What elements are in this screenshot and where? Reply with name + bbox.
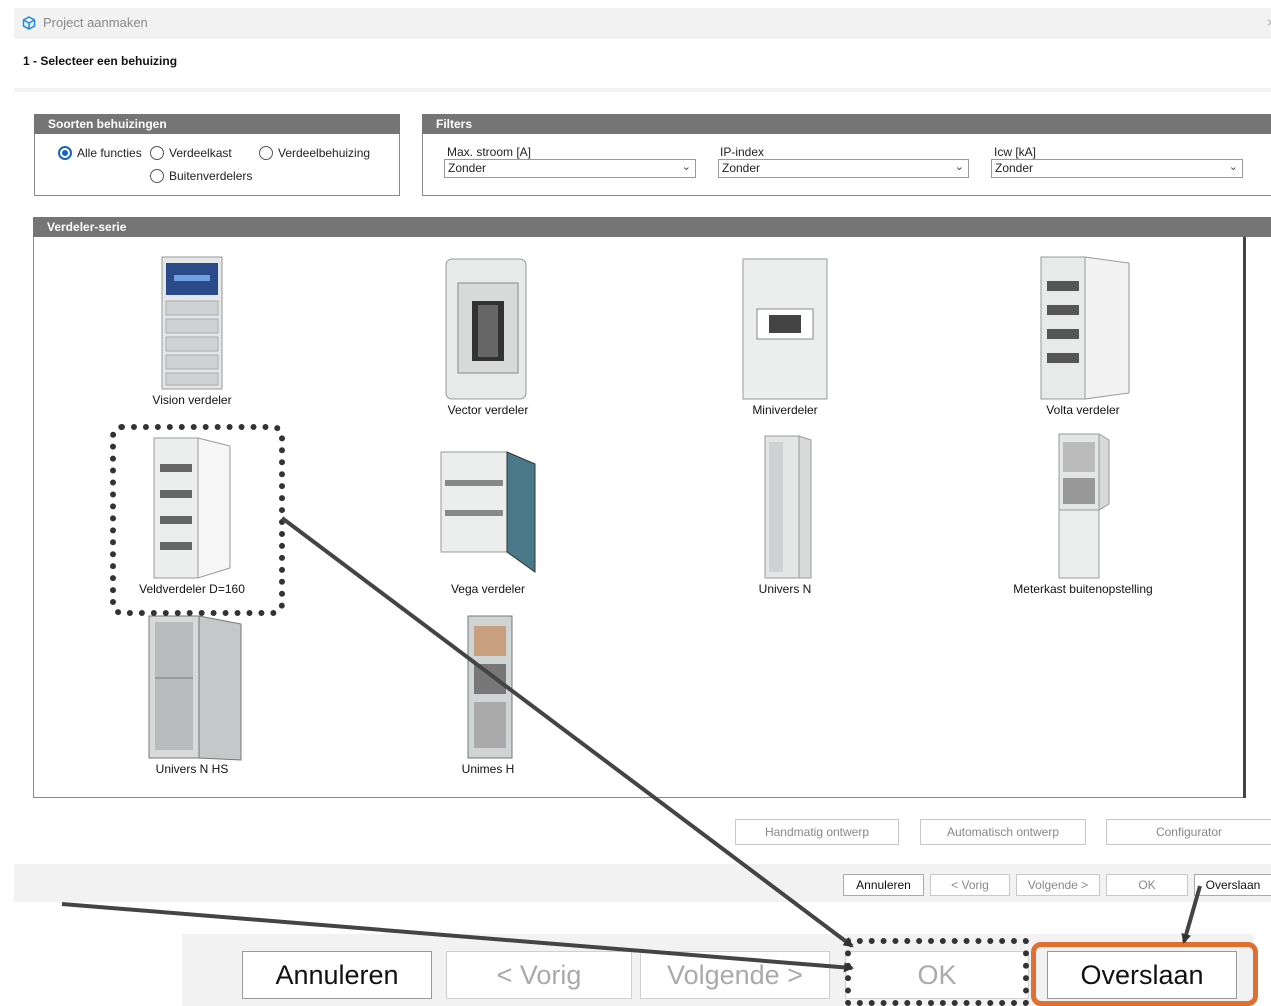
series-item-univers-n-hs[interactable]: Univers N HS	[92, 612, 292, 776]
series-item-label: Univers N	[758, 582, 812, 596]
ok-highlight	[845, 938, 1029, 1006]
meterkast-image	[1058, 433, 1110, 579]
skip-button[interactable]: Overslaan	[1194, 874, 1271, 896]
series-item-unimes-h[interactable]: Unimes H	[388, 612, 588, 776]
zoomed-prev-button[interactable]: < Vorig	[446, 951, 632, 999]
zoomed-cancel-button[interactable]: Annuleren	[242, 951, 432, 999]
radio-icon[interactable]	[150, 169, 164, 183]
types-panel	[34, 134, 400, 196]
series-item-meterkast[interactable]: Meterkast buitenopstelling	[983, 432, 1183, 596]
series-item-label: Univers N HS	[155, 762, 229, 776]
radio-icon[interactable]	[150, 146, 164, 160]
chevron-down-icon: ⌄	[954, 161, 964, 173]
series-item-label: Miniverdeler	[752, 403, 818, 417]
select-value: Zonder	[448, 161, 487, 175]
radio-alle-functies[interactable]: Alle functies	[58, 146, 142, 160]
radio-verdeelkast[interactable]: Verdeelkast	[150, 146, 232, 160]
vertical-scrollbar[interactable]	[1243, 237, 1246, 798]
filters-panel-header: Filters	[422, 114, 1271, 134]
veldverdeler-highlight	[110, 424, 285, 616]
radio-label: Verdeelbehuizing	[278, 146, 371, 160]
close-icon[interactable]: ×	[1267, 14, 1271, 30]
ok-button[interactable]: OK	[1106, 874, 1188, 896]
radio-label: Verdeelkast	[169, 146, 232, 160]
vision-verdeler-image	[161, 256, 223, 390]
unimes-h-image	[467, 615, 513, 759]
radio-label: Alle functies	[77, 146, 142, 160]
manual-design-button[interactable]: Handmatig ontwerp	[735, 819, 899, 845]
types-panel-header: Soorten behuizingen	[34, 114, 400, 134]
auto-design-button[interactable]: Automatisch ontwerp	[920, 819, 1086, 845]
select-value: Zonder	[722, 161, 761, 175]
filter-label-ip-index: IP-index	[720, 145, 765, 159]
max-stroom-select[interactable]: Zonder ⌄	[444, 159, 696, 178]
series-item-vector[interactable]: Vector verdeler	[388, 253, 588, 417]
series-item-volta[interactable]: Volta verdeler	[983, 253, 1183, 417]
divider	[14, 88, 1271, 92]
series-item-label: Vega verdeler	[450, 582, 526, 596]
series-item-label: Vector verdeler	[447, 403, 529, 417]
volta-verdeler-image	[1040, 256, 1130, 400]
radio-icon[interactable]	[259, 146, 273, 160]
step-title: 1 - Selecteer een behuizing	[23, 54, 178, 68]
configurator-button[interactable]: Configurator	[1106, 819, 1271, 845]
series-item-label: Volta verdeler	[1046, 403, 1120, 417]
series-item-label: Meterkast buitenopstelling	[1013, 582, 1153, 596]
filter-label-icw: Icw [kA]	[994, 145, 1037, 159]
vega-verdeler-image	[440, 451, 536, 573]
chevron-down-icon: ⌄	[681, 161, 691, 173]
prev-button[interactable]: < Vorig	[930, 874, 1010, 896]
series-item-vision[interactable]: Vision verdeler	[92, 253, 292, 407]
zoomed-next-button[interactable]: Volgende >	[640, 951, 830, 999]
series-item-univers-n[interactable]: Univers N	[685, 432, 885, 596]
select-value: Zonder	[995, 161, 1034, 175]
radio-verdeelbehuizing[interactable]: Verdeelbehuizing	[259, 146, 370, 160]
series-item-label: Unimes H	[461, 762, 515, 776]
series-panel-header: Verdeler-serie	[33, 217, 1271, 237]
title-bar: Project aanmaken ×	[14, 8, 1271, 39]
univers-n-hs-image	[148, 615, 242, 761]
ip-index-select[interactable]: Zonder ⌄	[718, 159, 969, 178]
univers-n-image	[764, 435, 812, 579]
cancel-button[interactable]: Annuleren	[843, 874, 924, 896]
filter-label-max-stroom: Max. stroom [A]	[447, 145, 532, 159]
next-button[interactable]: Volgende >	[1016, 874, 1100, 896]
chevron-down-icon: ⌄	[1228, 161, 1238, 173]
skip-highlight	[1031, 942, 1258, 1006]
window-title: Project aanmaken	[43, 15, 148, 30]
radio-label: Buitenverdelers	[169, 169, 253, 183]
series-item-vega[interactable]: Vega verdeler	[388, 432, 588, 596]
vector-verdeler-image	[445, 258, 527, 400]
cube-icon	[22, 16, 36, 30]
series-item-miniverdeler[interactable]: Miniverdeler	[685, 253, 885, 417]
icw-select[interactable]: Zonder ⌄	[991, 159, 1243, 178]
radio-selected-icon[interactable]	[58, 146, 72, 160]
series-item-label: Vision verdeler	[152, 393, 232, 407]
miniverdeler-image	[742, 258, 828, 400]
radio-buitenverdelers[interactable]: Buitenverdelers	[150, 169, 252, 183]
